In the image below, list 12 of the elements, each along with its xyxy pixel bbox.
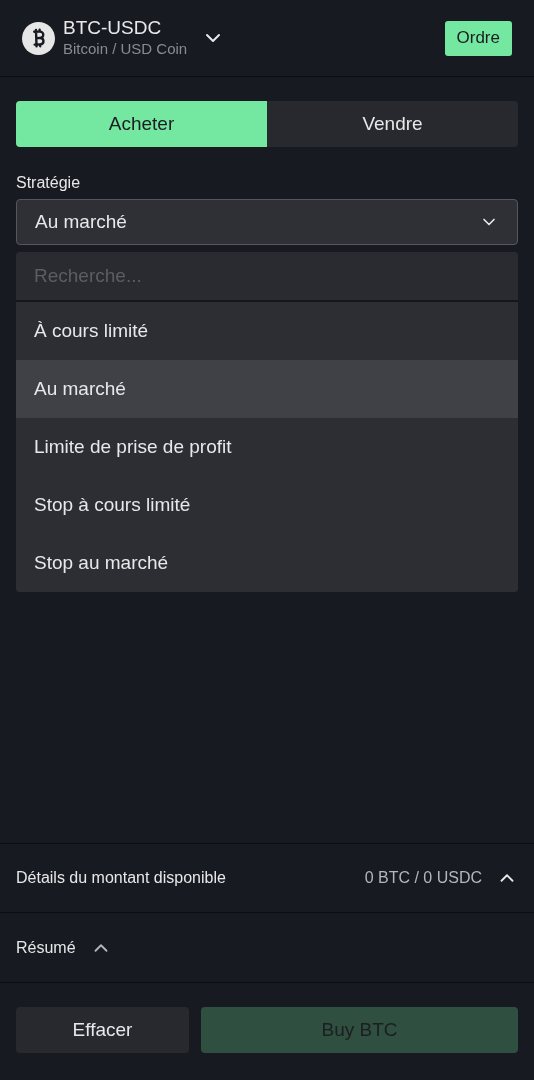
bitcoin-icon xyxy=(22,21,55,55)
available-label: Détails du montant disponible xyxy=(16,868,226,888)
strategy-select[interactable]: Au marché xyxy=(16,199,518,245)
strategy-label: Stratégie xyxy=(16,173,82,193)
pair-subtitle: Bitcoin / USD Coin xyxy=(63,39,188,59)
strategy-option[interactable]: Au marché xyxy=(16,360,518,418)
order-button[interactable]: Ordre xyxy=(444,20,512,56)
pair-title: BTC-USDC xyxy=(63,17,163,39)
summary-label: Résumé xyxy=(16,937,76,958)
clear-button[interactable]: Effacer xyxy=(16,1007,189,1053)
available-value: 0 BTC / 0 USDC xyxy=(364,868,482,888)
side-tab[interactable]: Acheter xyxy=(16,101,267,147)
